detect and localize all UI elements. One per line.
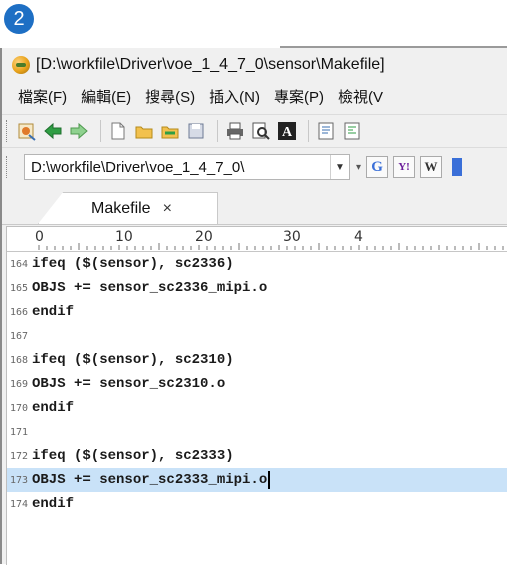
code-text: OBJS += sensor_sc2336_mipi.o [32, 280, 268, 296]
code-text: ifeq ($(sensor), sc2310) [32, 352, 234, 368]
code-text: endif [32, 496, 75, 512]
close-icon[interactable]: × [163, 200, 172, 218]
wikipedia-search-button[interactable]: W [420, 156, 443, 178]
ruler-ticks [38, 243, 504, 250]
new-file-icon[interactable] [107, 120, 129, 142]
editor-window: [D:\workfile\Driver\voe_1_4_7_0\sensor\M… [0, 48, 507, 565]
code-editor[interactable]: 0 10 20 30 4 164 ifeq ($(sensor), sc2336)… [6, 226, 507, 565]
main-toolbar: A [2, 114, 507, 148]
text-caret [268, 471, 271, 489]
open-folder-icon[interactable] [133, 120, 155, 142]
menu-search[interactable]: 搜尋(S) [145, 86, 195, 107]
title-bar: [D:\workfile\Driver\voe_1_4_7_0\sensor\M… [2, 50, 507, 80]
code-line[interactable]: 171 [7, 420, 507, 444]
open-project-icon[interactable] [159, 120, 181, 142]
ruler-label: 0 [35, 229, 44, 245]
save-icon[interactable] [185, 120, 207, 142]
print-icon[interactable] [224, 120, 246, 142]
yahoo-search-button[interactable]: Y! [393, 156, 416, 178]
code-text: ifeq ($(sensor), sc2333) [32, 448, 234, 464]
path-value: D:\workfile\Driver\voe_1_4_7_0\ [31, 158, 245, 176]
toolbar-grip[interactable] [6, 120, 10, 142]
code-line-selected[interactable]: 173 OBJS += sensor_sc2333_mipi.o [7, 468, 507, 492]
menu-edit[interactable]: 編輯(E) [81, 86, 131, 107]
ruler-label: 30 [283, 229, 301, 245]
line-number: 173 [10, 474, 29, 486]
code-lines: 164 ifeq ($(sensor), sc2336) 165 OBJS += s… [7, 252, 507, 516]
app-logo-icon [12, 56, 30, 74]
svg-text:A: A [282, 125, 293, 140]
line-number: 174 [10, 498, 29, 510]
code-line[interactable]: 165 OBJS += sensor_sc2336_mipi.o [7, 276, 507, 300]
ruler-label: 10 [115, 229, 133, 245]
line-number: 165 [10, 282, 29, 294]
column-ruler: 0 10 20 30 4 [7, 227, 507, 252]
code-line[interactable]: 166 endif [7, 300, 507, 324]
font-icon[interactable]: A [276, 120, 298, 142]
line-number: 172 [10, 450, 29, 462]
tab-label: Makefile [91, 199, 151, 217]
code-text: endif [32, 304, 75, 320]
menu-bar: 檔案(F) 編輯(E) 搜尋(S) 插入(N) 專案(P) 檢視(V [2, 82, 507, 110]
menu-insert[interactable]: 插入(N) [209, 86, 260, 107]
code-line[interactable]: 170 endif [7, 396, 507, 420]
pathbar-grip[interactable] [6, 156, 10, 178]
code-line[interactable]: 169 OBJS += sensor_sc2310.o [7, 372, 507, 396]
tab-makefile[interactable]: Makefile × [38, 192, 218, 224]
line-number: 167 [10, 330, 29, 342]
chevron-down-icon[interactable]: ▼ [330, 155, 349, 179]
menu-file[interactable]: 檔案(F) [18, 86, 67, 107]
print-preview-icon[interactable] [250, 120, 272, 142]
tab-strip: Makefile × [2, 190, 507, 225]
code-text: OBJS += sensor_sc2333_mipi.o [32, 472, 268, 488]
ruler-label: 4 [354, 229, 363, 245]
toolbar-separator [100, 120, 101, 142]
code-text: endif [32, 400, 75, 416]
code-line[interactable]: 168 ifeq ($(sensor), sc2310) [7, 348, 507, 372]
extra-search-icon[interactable] [446, 156, 468, 178]
forward-arrow-icon[interactable] [68, 120, 90, 142]
code-text: OBJS += sensor_sc2310.o [32, 376, 226, 392]
line-number: 164 [10, 258, 29, 270]
window-title: [D:\workfile\Driver\voe_1_4_7_0\sensor\M… [36, 56, 385, 73]
toolbar-separator [217, 120, 218, 142]
line-number: 166 [10, 306, 29, 318]
overflow-arrow-icon[interactable]: ▾ [356, 162, 361, 173]
document-icon[interactable] [315, 120, 337, 142]
code-line[interactable]: 174 endif [7, 492, 507, 516]
menu-view[interactable]: 檢視(V [338, 86, 383, 107]
line-number: 171 [10, 426, 29, 438]
code-line[interactable]: 167 [7, 324, 507, 348]
line-number: 170 [10, 402, 29, 414]
document-lines-icon[interactable] [341, 120, 363, 142]
line-number: 168 [10, 354, 29, 366]
google-search-button[interactable]: G [366, 156, 389, 178]
code-line[interactable]: 172 ifeq ($(sensor), sc2333) [7, 444, 507, 468]
step-number-badge: 2 [4, 4, 34, 34]
back-arrow-icon[interactable] [42, 120, 64, 142]
ruler-label: 20 [195, 229, 213, 245]
line-number: 169 [10, 378, 29, 390]
path-dropdown[interactable]: D:\workfile\Driver\voe_1_4_7_0\ ▼ [24, 154, 350, 180]
code-line[interactable]: 164 ifeq ($(sensor), sc2336) [7, 252, 507, 276]
app-settings-icon[interactable] [16, 120, 38, 142]
menu-project[interactable]: 專案(P) [274, 86, 324, 107]
toolbar-separator [308, 120, 309, 142]
path-bar: D:\workfile\Driver\voe_1_4_7_0\ ▼ ▾ G Y!… [2, 150, 507, 184]
code-text: ifeq ($(sensor), sc2336) [32, 256, 234, 272]
